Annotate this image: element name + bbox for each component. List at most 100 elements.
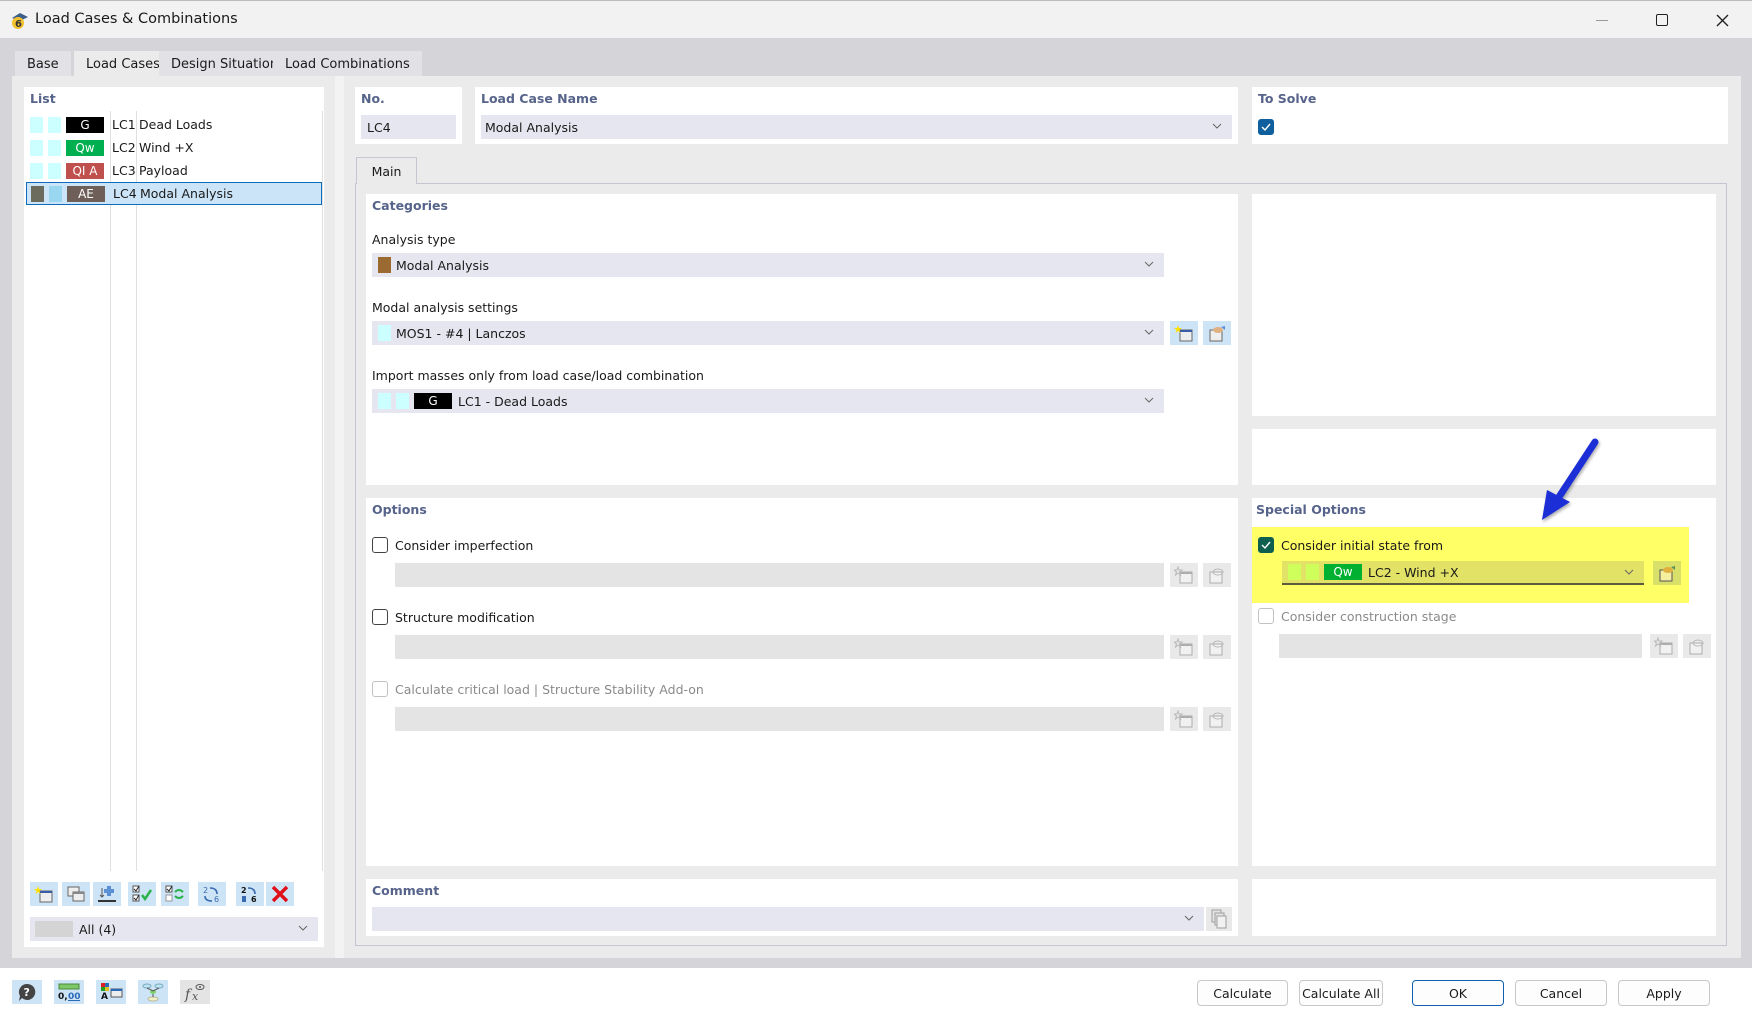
categories-panel: Categories Analysis type Modal Analysis … <box>366 194 1238 485</box>
to-solve-panel: To Solve <box>1252 87 1728 144</box>
list-item[interactable]: G LC1 Dead Loads <box>26 113 322 136</box>
minimize-button[interactable] <box>1572 1 1632 39</box>
new-icon <box>34 886 53 903</box>
maximize-button[interactable] <box>1632 1 1692 39</box>
calculate-button[interactable]: Calculate <box>1197 980 1288 1006</box>
comment-input[interactable] <box>372 907 1204 931</box>
svg-text:6: 6 <box>15 19 22 30</box>
load-case-name-input[interactable]: Modal Analysis <box>481 115 1232 139</box>
import-masses-value: LC1 - Dead Loads <box>458 393 568 409</box>
chevron-down-icon <box>1144 327 1154 337</box>
cancel-button[interactable]: Cancel <box>1515 980 1607 1006</box>
tab-load-combinations[interactable]: Load Combinations <box>273 51 422 77</box>
edit-initial-state-button[interactable] <box>1653 561 1681 585</box>
initial-state-select[interactable]: Qw LC2 - Wind +X <box>1282 561 1644 585</box>
list-filter-select[interactable]: All (4) <box>30 917 318 941</box>
critical-load-select <box>395 707 1164 731</box>
help-button[interactable]: ? <box>12 980 42 1004</box>
check-all-button[interactable] <box>128 882 156 906</box>
edit-icon <box>1209 326 1225 342</box>
renumber-button[interactable]: 26 <box>198 882 226 906</box>
chevron-down-icon <box>298 923 308 933</box>
load-case-name: Modal Analysis <box>140 186 233 201</box>
chevron-down-icon <box>1144 395 1154 405</box>
chevron-down-icon <box>1144 259 1154 269</box>
toggle-check-icon <box>165 885 184 902</box>
list-item[interactable]: AE LC4 Modal Analysis <box>26 182 322 205</box>
delete-icon <box>271 885 289 903</box>
chevron-down-icon <box>1184 913 1194 923</box>
edit-icon <box>1689 639 1704 655</box>
svg-text:A: A <box>101 992 108 1002</box>
comment-panel: Comment <box>366 879 1238 936</box>
color-swatch <box>30 139 43 156</box>
color-swatch <box>378 393 391 409</box>
tab-base[interactable]: Base <box>15 51 71 77</box>
load-case-id: LC3 <box>112 163 136 178</box>
new-modal-settings-button[interactable] <box>1170 321 1198 345</box>
color-swatch <box>48 139 61 156</box>
number-value: LC4 <box>367 119 391 135</box>
number-panel: No. LC4 <box>355 87 462 144</box>
to-solve-checkbox[interactable] <box>1258 119 1274 135</box>
tab-main[interactable]: Main <box>356 157 417 184</box>
delete-button[interactable] <box>266 882 294 906</box>
calculate-all-button[interactable]: Calculate All <box>1299 980 1383 1006</box>
units-button[interactable]: 0, 00 <box>54 980 84 1004</box>
copy-load-case-button[interactable] <box>62 882 90 906</box>
critical-load-row: Calculate critical load | Structure Stab… <box>372 681 704 697</box>
list-item[interactable]: QI A LC3 Payload <box>26 159 322 182</box>
edit-imperfection-button <box>1203 563 1231 587</box>
window-title: Load Cases & Combinations <box>35 11 238 27</box>
analysis-type-select[interactable]: Modal Analysis <box>372 253 1164 277</box>
list-item[interactable]: Qw LC2 Wind +X <box>26 136 322 159</box>
consider-imperfection-label: Consider imperfection <box>395 537 534 553</box>
import-masses-select[interactable]: G LC1 - Dead Loads <box>372 389 1164 413</box>
new-load-case-button[interactable] <box>30 882 58 906</box>
number-field[interactable]: LC4 <box>361 115 456 139</box>
modal-settings-value: MOS1 - #4 | Lanczos <box>396 325 526 341</box>
edit-critical-load-button <box>1203 707 1231 731</box>
apply-button[interactable]: Apply <box>1618 980 1710 1006</box>
new-icon <box>1654 637 1673 655</box>
button-label: Calculate All <box>1302 985 1380 1001</box>
check-all-icon <box>132 885 152 902</box>
hierarchy-button[interactable] <box>138 980 168 1004</box>
load-case-name: Payload <box>139 163 188 178</box>
ok-button[interactable]: OK <box>1412 980 1504 1006</box>
svg-text:0,: 0, <box>58 992 68 1002</box>
comment-label: Comment <box>372 883 440 898</box>
structure-modification-label: Structure modification <box>395 609 535 625</box>
list-panel: List G LC1 Dead Loads Qw LC2 Wind +X QI A LC3 Pa… <box>24 87 324 947</box>
special-options-header: Special Options <box>1256 502 1366 517</box>
comment-side-panel <box>1252 879 1716 936</box>
new-icon <box>1174 325 1193 342</box>
modal-settings-select[interactable]: MOS1 - #4 | Lanczos <box>372 321 1164 345</box>
insert-load-case-button[interactable] <box>93 882 121 906</box>
list-header: List <box>30 91 56 106</box>
chevron-down-icon <box>1212 121 1222 131</box>
display-properties-button[interactable]: A <box>96 980 126 1004</box>
load-case-name-panel: Load Case Name Modal Analysis <box>475 87 1238 144</box>
formula-button[interactable]: fx <box>180 980 210 1004</box>
close-button[interactable] <box>1692 1 1752 39</box>
consider-imperfection-checkbox[interactable] <box>372 537 388 553</box>
edit-modal-settings-button[interactable] <box>1203 321 1231 345</box>
structure-modification-checkbox[interactable] <box>372 609 388 625</box>
splitter[interactable] <box>335 76 344 958</box>
new-construction-stage-button <box>1650 634 1678 658</box>
load-category-chip: AE <box>67 185 105 202</box>
comment-library-button[interactable] <box>1206 907 1232 931</box>
modal-settings-label: Modal analysis settings <box>372 300 518 315</box>
initial-state-value: LC2 - Wind +X <box>1368 564 1459 580</box>
svg-text:x: x <box>192 990 199 1002</box>
annotation-arrow <box>1542 438 1599 520</box>
options-panel: Options Consider imperfection Structure … <box>366 498 1238 866</box>
color-swatch <box>30 116 43 133</box>
renumber-selected-button[interactable]: 26 <box>236 882 264 906</box>
options-header: Options <box>372 502 427 517</box>
tab-load-cases[interactable]: Load Cases <box>74 51 172 77</box>
toggle-check-button[interactable] <box>161 882 189 906</box>
initial-state-checkbox[interactable] <box>1258 537 1274 553</box>
analysis-type-value: Modal Analysis <box>396 257 489 273</box>
